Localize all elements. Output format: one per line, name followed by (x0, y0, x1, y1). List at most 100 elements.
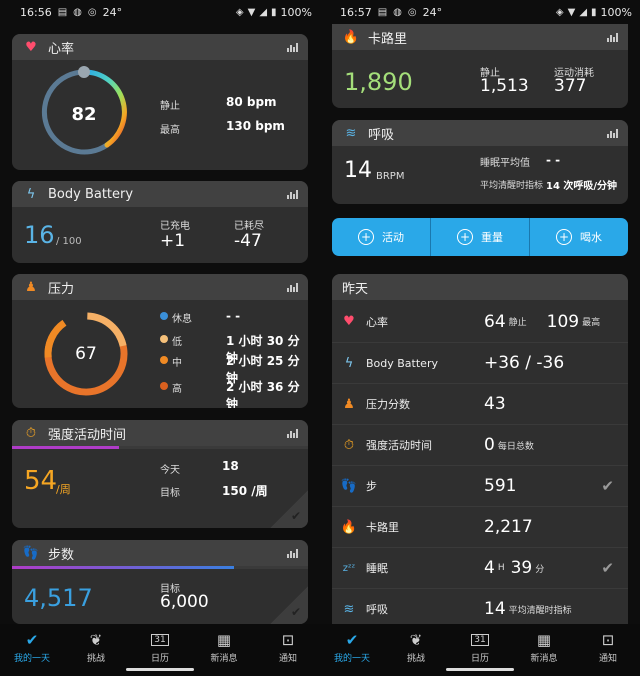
calories-value: 1,890 (344, 68, 413, 96)
today-label: 今天 (160, 465, 180, 476)
temperature: 24° (422, 5, 443, 19)
awake-avg-value: 14 次呼吸/分钟 (546, 181, 618, 192)
yesterday-row-intensity[interactable]: ⏱ 强度活动时间 0 每日总数 (332, 424, 628, 465)
nav-calendar[interactable]: 31 日历 (452, 629, 508, 664)
drained-value: -47 (234, 231, 262, 251)
bar-chart-icon[interactable] (607, 128, 618, 138)
my-day-screen-left: 16:56 ▤ ◍ ◎ 24° ◈ ▼ ◢ ▮ 100% ♥ 心率 82 静止 … (0, 0, 320, 676)
nav-news[interactable]: ▦ 新消息 (516, 629, 572, 664)
steps-progress-track (12, 566, 308, 569)
bar-chart-icon[interactable] (287, 189, 298, 199)
yesterday-row-body-battery[interactable]: ϟ Body Battery +36 / -36 (332, 342, 628, 383)
row-value-2: 39 (510, 558, 533, 578)
wifi-icon: ▼ (247, 6, 256, 18)
row-name: 卡路里 (366, 521, 399, 534)
nav-challenges[interactable]: ❦ 挑战 (388, 629, 444, 664)
steps-card[interactable]: 👣 步数 4,517 目标 6,000 ✔ (12, 540, 308, 624)
nav-notifications[interactable]: ⊡ 通知 (580, 629, 636, 664)
active-calories-value: 377 (554, 76, 587, 96)
nav-calendar[interactable]: 31 日历 (132, 629, 188, 664)
row-value-2: 109 (546, 311, 580, 332)
nav-my-day[interactable]: ✔ 我的一天 (324, 629, 380, 664)
temperature: 24° (102, 5, 123, 19)
high-dot (160, 382, 168, 390)
check-icon: ✔ (290, 605, 301, 619)
heart-icon: ♥ (25, 39, 37, 55)
body-battery-max: / 100 (56, 236, 82, 247)
row-sub: 每日总数 (497, 441, 534, 452)
yesterday-card: 昨天 ♥ 心率 64 静止 109 最高 ϟ Body Battery +36 … (332, 274, 628, 634)
yesterday-row-heart-rate[interactable]: ♥ 心率 64 静止 109 最高 (332, 301, 628, 342)
nav-news[interactable]: ▦ 新消息 (196, 629, 252, 664)
high-value: 2 小时 36 分钟 (226, 380, 300, 408)
yesterday-row-sleep[interactable]: zᶻᶻ 睡眠 4 H 39 分 ✔ (332, 547, 628, 588)
add-weight-button[interactable]: + 重量 (431, 218, 530, 256)
respiration-unit: BRPM (376, 171, 405, 182)
steps-progress-fill (12, 566, 234, 569)
intensity-progress-fill (12, 446, 119, 449)
nav-label: 日历 (470, 654, 489, 664)
yesterday-row-calories[interactable]: 🔥 卡路里 2,217 (332, 506, 628, 547)
nav-challenges[interactable]: ❦ 挑战 (68, 629, 124, 664)
yesterday-row-steps[interactable]: 👣 步 591 ✔ (332, 465, 628, 506)
plus-icon: + (556, 229, 572, 245)
inbox-icon: ⊡ (281, 631, 295, 649)
home-indicator[interactable] (126, 668, 194, 671)
body-battery-card[interactable]: ϟ Body Battery 16 / 100 已充电 +1 已耗尽 -47 (12, 181, 308, 263)
bar-chart-icon[interactable] (607, 32, 618, 42)
row-value: 4 (484, 558, 495, 578)
clock: 16:56 (20, 5, 52, 19)
button-label: 重量 (481, 231, 503, 244)
bar-chart-icon[interactable] (287, 548, 298, 558)
nav-label: 新消息 (530, 654, 558, 664)
home-indicator[interactable] (446, 668, 514, 671)
row-name: 睡眠 (366, 562, 388, 575)
goal-corner: ✔ (270, 490, 308, 528)
nav-notifications[interactable]: ⊡ 通知 (260, 629, 316, 664)
bar-chart-icon[interactable] (287, 428, 298, 438)
flame-icon: 🔥 (340, 519, 358, 535)
newspaper-icon: ▦ (216, 631, 232, 649)
signal-icon: ◢ (579, 6, 588, 18)
row-name: 步 (366, 480, 377, 493)
intensity-minutes-card[interactable]: ⏱ 强度活动时间 54 /周 今天 18 目标 150 /周 ✔ (12, 420, 308, 528)
bar-chart-icon[interactable] (287, 282, 298, 292)
intensity-unit: /周 (56, 483, 71, 496)
stress-card[interactable]: ♟ 压力 67 休息 - - 低 1 小时 30 分钟 中 2 小时 25 分钟… (12, 274, 308, 408)
footsteps-icon: 👣 (340, 478, 358, 494)
charged-label: 已充电 (160, 221, 190, 232)
bar-chart-icon[interactable] (287, 42, 298, 52)
wind-icon: ≋ (343, 601, 355, 617)
quick-actions-bar: + 活动 + 重量 + 喝水 (332, 218, 628, 256)
high-label: 高 (172, 384, 182, 395)
check-icon: ✔ (601, 559, 614, 577)
heart-rate-card[interactable]: ♥ 心率 82 静止 80 bpm 最高 130 bpm (12, 34, 308, 170)
vibrate-icon: ◈ (235, 6, 244, 18)
button-label: 活动 (382, 231, 404, 244)
nav-label: 挑战 (406, 654, 425, 664)
calendar-icon: 31 (471, 629, 489, 651)
nav-label: 挑战 (86, 654, 105, 664)
row-sub-2: 最高 (582, 318, 601, 328)
rest-value: - - (226, 309, 241, 323)
medium-label: 中 (172, 358, 182, 369)
yesterday-row-respiration[interactable]: ≋ 呼吸 14 平均清醒时指标 (332, 588, 628, 629)
card-title: 强度活动时间 (48, 427, 127, 443)
check-icon: ✔ (601, 477, 614, 495)
body-battery-icon: ϟ (344, 355, 354, 371)
drained-label: 已耗尽 (234, 221, 264, 232)
nav-label: 通知 (278, 654, 297, 664)
goal-corner: ✔ (270, 586, 308, 624)
add-water-button[interactable]: + 喝水 (530, 218, 628, 256)
newspaper-icon: ▦ (536, 631, 552, 649)
nav-my-day[interactable]: ✔ 我的一天 (4, 629, 60, 664)
wechat-icon: ◍ (73, 6, 82, 18)
plus-icon: + (358, 229, 374, 245)
calories-card[interactable]: 🔥 卡路里 1,890 静止 1,513 运动消耗 377 (332, 24, 628, 108)
row-sub: H (497, 563, 505, 573)
plus-icon: + (457, 229, 473, 245)
respiration-card[interactable]: ≋ 呼吸 14 BRPM 睡眠平均值 - - 平均清醒时指标 14 次呼吸/分钟 (332, 120, 628, 204)
yesterday-row-stress[interactable]: ♟ 压力分数 43 (332, 383, 628, 424)
add-activity-button[interactable]: + 活动 (332, 218, 431, 256)
nav-label: 我的一天 (13, 654, 50, 664)
